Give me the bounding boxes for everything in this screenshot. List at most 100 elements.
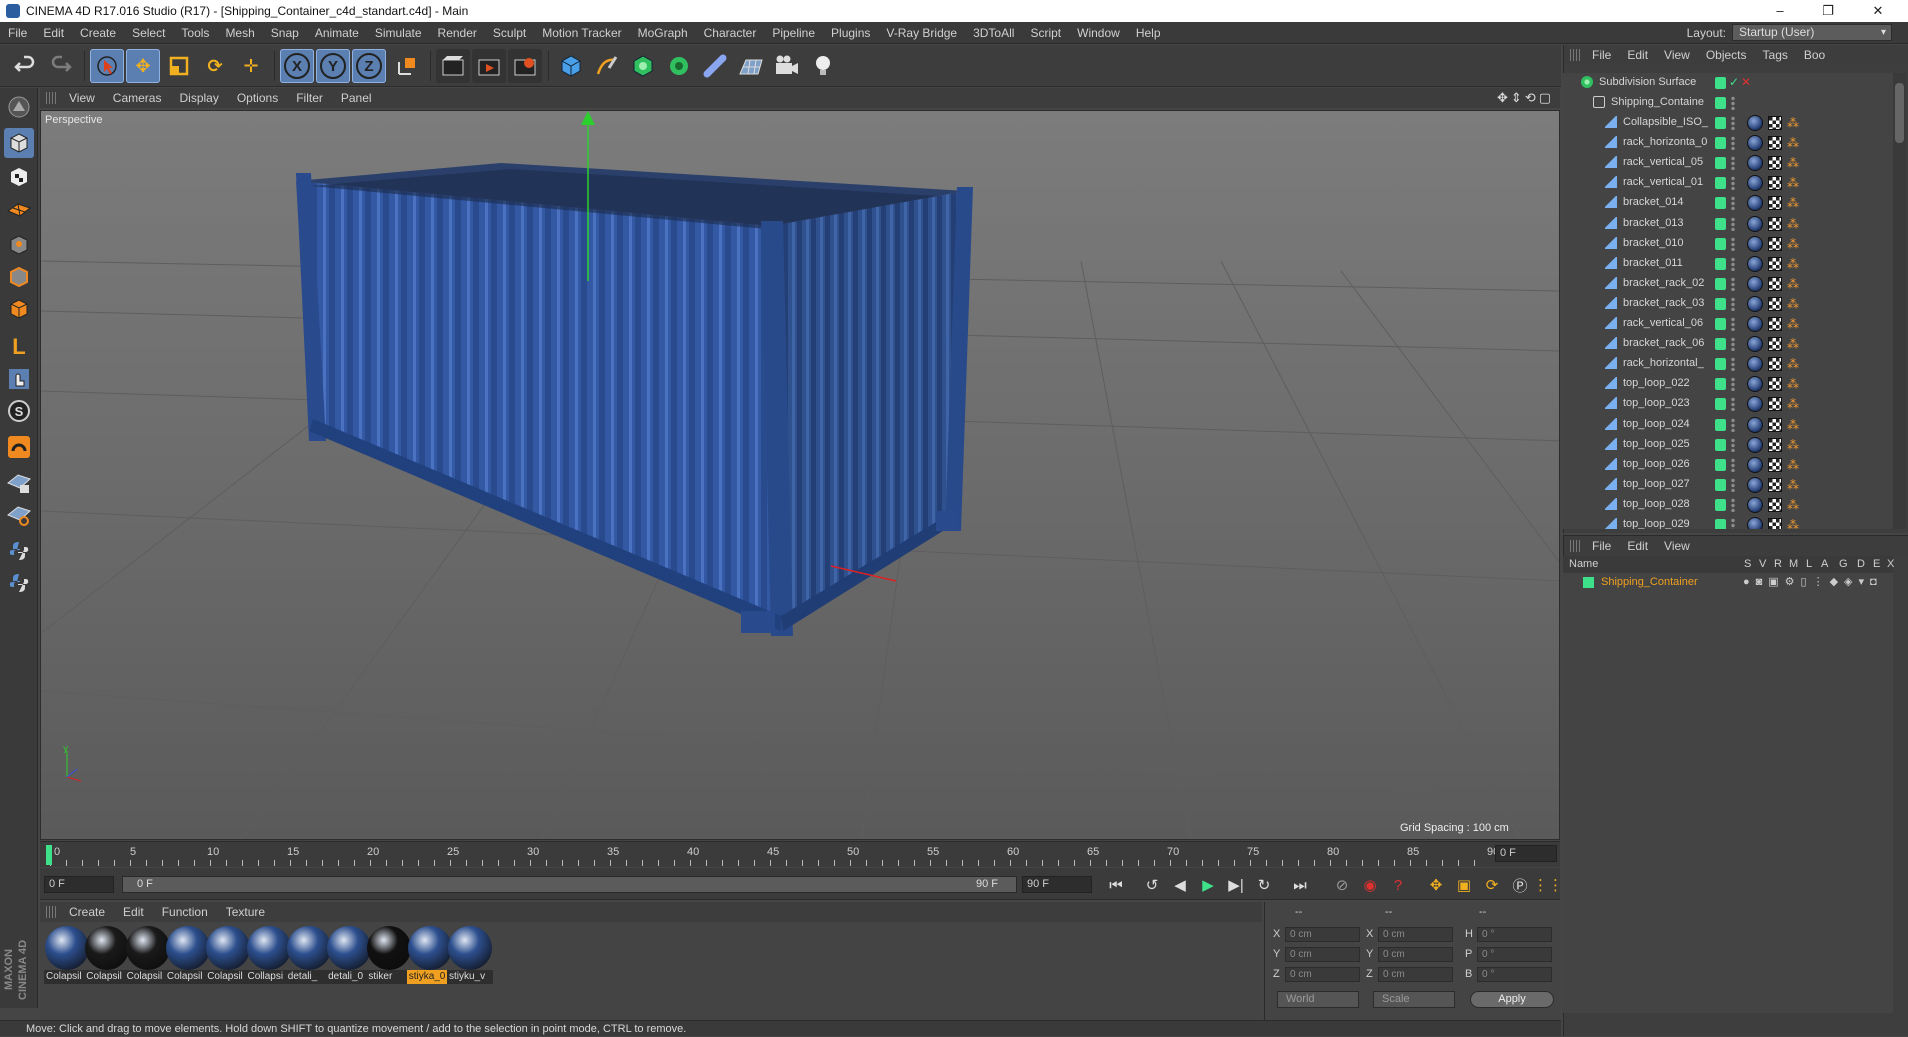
uvw-tag-icon[interactable] [1768, 457, 1782, 472]
menu-edit[interactable]: Edit [35, 26, 72, 40]
layer-color-tag[interactable] [1715, 498, 1726, 511]
layer-color-tag[interactable] [1715, 438, 1726, 451]
phong-tag-icon[interactable]: ⁂ [1787, 196, 1801, 210]
panel-grip-icon[interactable] [1570, 540, 1580, 552]
phong-tag-icon[interactable]: ⁂ [1787, 116, 1801, 130]
next-frame-icon[interactable]: ▶| [1224, 873, 1248, 897]
material-swatch[interactable]: Colapsil [124, 926, 171, 986]
visibility-toggle-icon[interactable] [1731, 417, 1735, 432]
menu-simulate[interactable]: Simulate [367, 26, 430, 40]
record-keys-icon[interactable]: ⊘ [1330, 873, 1354, 897]
visibility-toggle-icon[interactable] [1731, 256, 1735, 271]
uvw-tag-icon[interactable] [1768, 477, 1782, 492]
3d-viewport[interactable]: y [40, 110, 1560, 840]
phong-tag-icon[interactable]: ⁂ [1787, 377, 1801, 391]
phong-tag-icon[interactable]: ⁂ [1787, 317, 1801, 331]
viewport-navigation-icons[interactable]: ✥⇕⟲▢ [1497, 90, 1554, 106]
size-y-field[interactable]: 0 cm [1378, 947, 1453, 962]
scale-tool-icon[interactable] [162, 49, 196, 83]
current-frame-field[interactable]: 0 F [1495, 845, 1557, 862]
menu-vray-bridge[interactable]: V-Ray Bridge [878, 26, 965, 40]
material-tag-icon[interactable] [1747, 316, 1763, 332]
playhead-marker[interactable] [46, 845, 52, 865]
layer-color-tag[interactable] [1715, 318, 1726, 330]
panel-grip-icon[interactable] [46, 92, 56, 104]
phong-tag-icon[interactable]: ⁂ [1787, 438, 1801, 452]
menu-tools[interactable]: Tools [173, 26, 217, 40]
material-tag-icon[interactable] [1747, 175, 1763, 192]
object-row[interactable]: Collapsible_ISO_ ⁂ [1563, 113, 1893, 133]
menu-sculpt[interactable]: Sculpt [485, 26, 534, 40]
menu-mograph[interactable]: MoGraph [630, 26, 696, 40]
visibility-toggle-icon[interactable] [1731, 216, 1735, 231]
viewport-menu-filter[interactable]: Filter [287, 91, 332, 105]
next-key-icon[interactable]: ↻ [1252, 873, 1276, 897]
size-mode-dropdown[interactable]: Scale [1373, 991, 1455, 1008]
enabled-check-icon[interactable]: ✓ [1729, 75, 1739, 89]
material-tag-icon[interactable] [1747, 255, 1763, 272]
coordinate-system-icon[interactable] [390, 49, 424, 83]
panel-grip-icon[interactable] [46, 906, 56, 918]
layer-color-tag[interactable] [1715, 97, 1726, 109]
object-row[interactable]: rack_horizonta_0 ⁂ [1563, 133, 1893, 153]
viewport-menu-view[interactable]: View [60, 91, 104, 105]
material-tag-icon[interactable] [1747, 195, 1763, 212]
menu-animate[interactable]: Animate [307, 26, 367, 40]
phong-tag-icon[interactable]: ⁂ [1787, 518, 1801, 529]
uvw-tag-icon[interactable] [1768, 357, 1782, 372]
material-menu-create[interactable]: Create [60, 905, 114, 919]
uvw-tag-icon[interactable] [1768, 296, 1782, 311]
uvw-tag-icon[interactable] [1768, 116, 1782, 130]
layer-color-tag[interactable] [1715, 257, 1726, 270]
play-forward-icon[interactable]: ▶ [1196, 873, 1220, 897]
edges-mode-icon[interactable] [4, 262, 34, 292]
material-tag-icon[interactable] [1747, 336, 1763, 353]
disable-cross-icon[interactable]: ✕ [1741, 75, 1751, 89]
start-frame-field[interactable]: 0 F [44, 876, 114, 893]
viewport-menu-panel[interactable]: Panel [332, 91, 381, 105]
material-tag-icon[interactable] [1747, 115, 1763, 131]
phong-tag-icon[interactable]: ⁂ [1787, 257, 1801, 271]
workplane-lock-icon[interactable] [4, 468, 34, 498]
visibility-toggle-icon[interactable] [1731, 437, 1735, 452]
key-position-icon[interactable]: ✥ [1424, 873, 1448, 897]
material-swatch[interactable]: Colapsil [205, 926, 252, 986]
object-row[interactable]: top_loop_023 ⁂ [1563, 394, 1893, 414]
material-swatch[interactable]: detali_0 [326, 926, 373, 986]
points-mode-icon[interactable] [4, 230, 34, 260]
deformer-icon[interactable] [698, 49, 732, 83]
menu-snap[interactable]: Snap [263, 26, 307, 40]
object-row[interactable]: rack_vertical_06 ⁂ [1563, 314, 1893, 334]
layer-color-tag[interactable] [1715, 77, 1726, 89]
z-axis-lock-icon[interactable]: Z [352, 49, 386, 83]
uvw-tag-icon[interactable] [1768, 236, 1782, 251]
material-swatch[interactable]: detali_ [285, 926, 332, 986]
visibility-toggle-icon[interactable] [1731, 96, 1735, 110]
object-row[interactable]: top_loop_024 ⁂ [1563, 415, 1893, 435]
previous-frame-icon[interactable]: ◀ [1168, 873, 1192, 897]
solo-mode-icon[interactable]: S [4, 396, 34, 426]
rotate-tool-icon[interactable]: ⟳ [198, 49, 232, 83]
object-row[interactable]: top_loop_022 ⁂ [1563, 374, 1893, 394]
layer-color-tag[interactable] [1715, 458, 1726, 471]
phong-tag-icon[interactable]: ⁂ [1787, 277, 1801, 291]
uvw-tag-icon[interactable] [1768, 317, 1782, 331]
layer-color-tag[interactable] [1715, 338, 1726, 351]
uvw-tag-icon[interactable] [1768, 176, 1782, 191]
uvw-tag-icon[interactable] [1768, 518, 1782, 529]
menu-create[interactable]: Create [72, 26, 124, 40]
material-tag-icon[interactable] [1747, 416, 1763, 433]
phong-tag-icon[interactable]: ⁂ [1787, 337, 1801, 351]
cloner-icon[interactable] [662, 49, 696, 83]
end-frame-field[interactable]: 90 F [1022, 876, 1092, 893]
floor-environment-icon[interactable] [734, 49, 768, 83]
object-row[interactable]: rack_horizontal_ ⁂ [1563, 354, 1893, 374]
light-icon[interactable] [806, 49, 840, 83]
material-tag-icon[interactable] [1747, 476, 1763, 493]
render-picture-viewer-icon[interactable] [472, 49, 506, 83]
material-swatch[interactable]: stiyku_v [447, 926, 493, 986]
visibility-toggle-icon[interactable] [1731, 176, 1735, 191]
layer-color-tag[interactable] [1715, 478, 1726, 491]
layer-color-tag[interactable] [1715, 358, 1726, 371]
material-swatch[interactable]: Colapsil [84, 926, 131, 986]
